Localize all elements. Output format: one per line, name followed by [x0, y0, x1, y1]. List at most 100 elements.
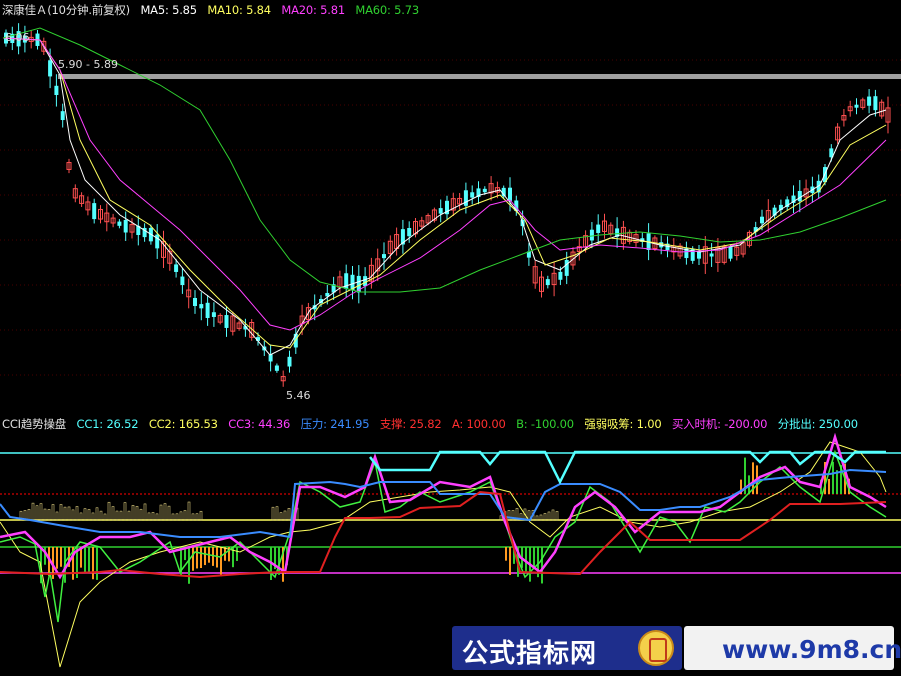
signal-bar	[92, 547, 94, 580]
strength-bar	[275, 506, 279, 521]
strength-bar	[163, 503, 167, 521]
signal-bar	[505, 547, 507, 561]
ma60-line	[2, 27, 887, 293]
candle-down	[54, 85, 59, 96]
strength-bar	[555, 511, 559, 521]
watermark-right: www.9m8.cn	[684, 626, 901, 670]
pressure-value: 压力: 241.95	[300, 417, 370, 431]
candle-down	[558, 271, 563, 280]
strength-bar	[123, 502, 127, 521]
strength-bar	[279, 512, 283, 521]
signal-bar	[200, 547, 202, 569]
strength-bar	[539, 514, 543, 521]
strength-bar	[43, 508, 47, 521]
strength-bar	[171, 513, 175, 521]
candle-down	[407, 228, 412, 237]
strength-bar	[83, 508, 87, 521]
low-price-label: 5.46	[286, 389, 311, 402]
strength-bar	[147, 512, 151, 521]
signal-bar	[192, 547, 194, 571]
strength-bar	[199, 510, 203, 521]
strength-bar	[195, 513, 199, 521]
a-value: A: 100.00	[451, 417, 506, 431]
watermark-right-text: www.9m8.cn	[722, 635, 901, 664]
strength-bar	[51, 504, 55, 521]
candle-down	[199, 304, 204, 309]
strength-bar	[47, 509, 51, 521]
ma5-value: MA5: 5.85	[140, 3, 197, 17]
cc2-value: CC2: 165.53	[148, 417, 218, 431]
cc3-value: CC3: 44.36	[228, 417, 291, 431]
signal-bar	[56, 547, 58, 569]
sell-value: 分批出: 250.00	[777, 417, 858, 431]
signal-bar	[96, 547, 98, 580]
strength-bar	[131, 505, 135, 521]
candle-down	[274, 365, 279, 371]
strength-bar	[111, 506, 115, 521]
strength-bar	[31, 502, 35, 521]
strength-bar	[135, 506, 139, 521]
indicator-title: CCI趋势操盘	[2, 417, 67, 431]
strength-bar	[187, 501, 191, 521]
candlestick-chart[interactable]	[0, 0, 901, 412]
candle-down	[470, 192, 475, 198]
signal-bar	[188, 547, 190, 584]
strength-bar	[167, 505, 171, 521]
candle-down	[709, 253, 714, 257]
signal-bar	[204, 547, 206, 566]
candle-down	[363, 276, 368, 287]
candle-down	[728, 247, 733, 259]
signal-bar	[836, 470, 838, 494]
strength-bar	[127, 510, 131, 521]
candle-down	[438, 208, 443, 214]
candle-down	[589, 229, 594, 241]
strength-bar	[191, 513, 195, 521]
resistance-band	[58, 74, 901, 79]
strength-bar	[95, 507, 99, 521]
candle-down	[463, 190, 468, 206]
signal-bar	[832, 461, 834, 494]
strength-bar	[35, 505, 39, 521]
left-price-label: 6.06	[5, 31, 30, 44]
strength-bar	[79, 512, 83, 521]
strength-bar	[543, 513, 547, 521]
support-line	[0, 490, 887, 579]
candle-down	[48, 60, 53, 77]
signal-bar	[541, 547, 543, 584]
strength-bar	[27, 509, 31, 521]
strength-bar	[155, 513, 159, 521]
candle-down	[205, 302, 210, 319]
cc1-value: CC1: 26.52	[76, 417, 139, 431]
price-chart-pane[interactable]: 深康佳Ａ(10分钟.前复权) MA5: 5.85 MA10: 5.84 MA20…	[0, 0, 901, 412]
watermark-left-text: 公式指标网	[462, 639, 598, 669]
candle-down	[60, 111, 65, 121]
candle-down	[508, 187, 512, 201]
strength-bar	[107, 501, 111, 521]
strength-bar	[115, 510, 119, 521]
support-value: 支撑: 25.82	[379, 417, 442, 431]
signal-bar	[509, 547, 511, 575]
signal-bar	[220, 547, 222, 577]
strength-bar	[183, 510, 187, 521]
ma5-line	[2, 37, 887, 356]
candle-down	[382, 254, 386, 259]
buy-time-value: 买入时机: -200.00	[671, 417, 768, 431]
strength-bar	[103, 513, 107, 521]
candle-down	[545, 279, 550, 286]
strength-bar	[547, 511, 551, 521]
signal-bar	[84, 547, 86, 573]
range-label: 5.90 - 5.89	[58, 58, 118, 71]
candle-down	[697, 251, 701, 259]
strength-bar	[271, 506, 275, 521]
strength-bar	[287, 508, 291, 521]
watermark-left: 公式指标网	[452, 626, 682, 670]
strength-bar	[151, 512, 155, 521]
candle-down	[873, 96, 878, 111]
strength-bar	[55, 511, 59, 521]
signal-bar	[236, 547, 238, 561]
candle-down	[596, 224, 601, 234]
strength-bar	[75, 506, 79, 521]
signal-bar	[828, 479, 830, 494]
signal-bar	[60, 547, 62, 567]
strength-bar	[551, 509, 555, 521]
